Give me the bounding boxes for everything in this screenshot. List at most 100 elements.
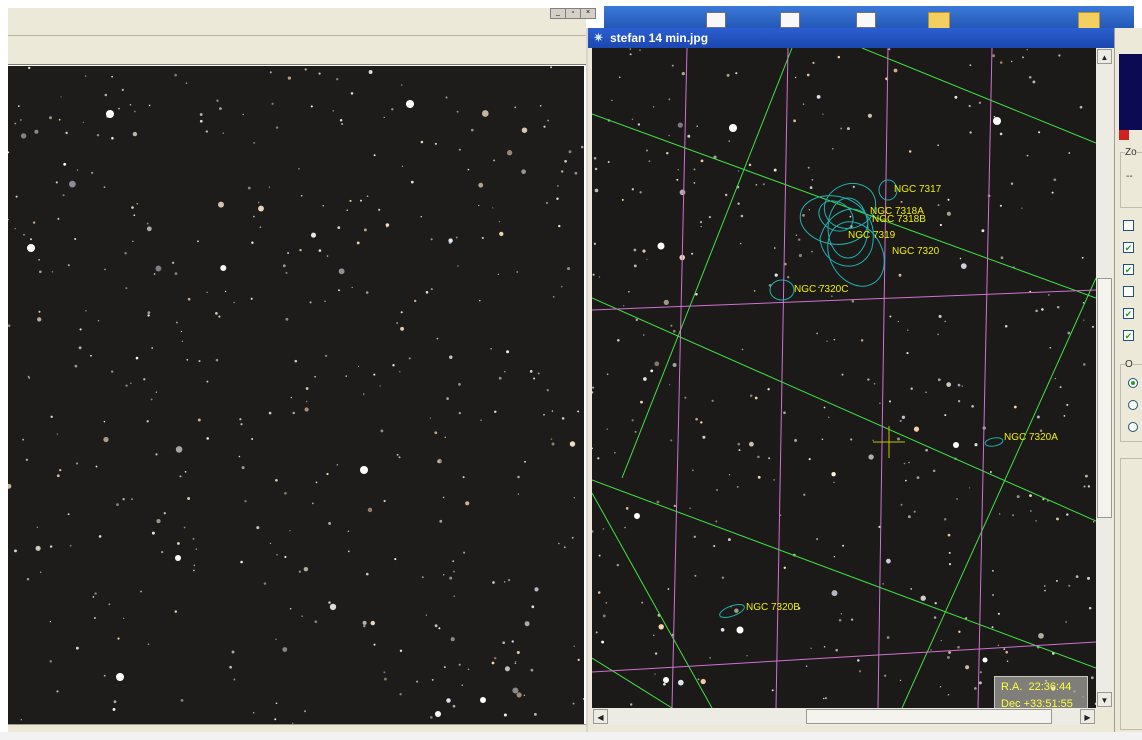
minimize-button[interactable]: _: [550, 8, 566, 19]
star: [337, 289, 341, 292]
star: [289, 608, 292, 610]
option-checkbox-2[interactable]: ✔: [1123, 242, 1134, 253]
star: [879, 402, 881, 404]
preview-thumbnail[interactable]: [1119, 54, 1142, 130]
star: [239, 418, 242, 421]
star: [611, 99, 613, 102]
star: [470, 128, 474, 132]
star: [567, 267, 570, 271]
option-radio-3[interactable]: [1128, 422, 1138, 432]
folder-icon[interactable]: [1078, 12, 1100, 29]
star: [715, 520, 718, 523]
zoom-value[interactable]: --: [1126, 171, 1133, 182]
scroll-right-button[interactable]: ▶: [1080, 709, 1095, 724]
star: [807, 166, 810, 169]
star: [365, 572, 369, 576]
close-button[interactable]: ×: [580, 8, 596, 19]
star: [957, 383, 961, 387]
option-checkbox-4[interactable]: [1123, 286, 1134, 297]
star: [811, 179, 814, 181]
star: [961, 385, 964, 387]
star: [838, 618, 842, 622]
star: [174, 610, 178, 613]
sky-image-view[interactable]: NGC 7317 NGC 7318A NGC 7318B NGC 7319 NGC 73…: [592, 48, 1096, 708]
star: [146, 222, 149, 225]
ra-grid-line: [621, 48, 793, 479]
bright-star: [175, 555, 181, 561]
star: [757, 455, 760, 459]
horizontal-scrollbar[interactable]: ◀ ▶: [592, 708, 1096, 725]
scroll-left-button[interactable]: ◀: [593, 709, 608, 724]
star: [155, 265, 162, 272]
star: [753, 290, 756, 292]
option-checkbox-6[interactable]: ✔: [1123, 330, 1134, 341]
left-star-field-image[interactable]: [8, 66, 584, 724]
star: [668, 134, 670, 137]
star: [689, 507, 691, 509]
option-checkbox-5[interactable]: ✔: [1123, 308, 1134, 319]
vertical-scrollbar[interactable]: ▲ ▼: [1096, 48, 1113, 708]
star: [206, 437, 209, 440]
star: [1021, 207, 1023, 209]
star: [798, 253, 803, 258]
document-icon[interactable]: [780, 12, 800, 28]
bright-star: [982, 657, 988, 663]
star: [444, 436, 446, 438]
option-radio-2[interactable]: [1128, 400, 1138, 410]
star: [370, 620, 375, 626]
star: [779, 514, 782, 517]
star: [947, 198, 950, 201]
star: [979, 671, 982, 674]
star: [997, 612, 1001, 615]
option-radio-1[interactable]: [1128, 378, 1138, 388]
star: [616, 338, 620, 342]
star: [1022, 56, 1024, 59]
scroll-up-button[interactable]: ▲: [1097, 49, 1112, 64]
star: [932, 469, 936, 473]
star: [991, 569, 994, 572]
document-icon[interactable]: [706, 12, 726, 28]
star: [492, 581, 495, 584]
star: [478, 204, 480, 207]
star: [867, 113, 873, 118]
star: [39, 270, 42, 274]
star: [373, 373, 376, 376]
star: [1085, 474, 1088, 478]
star: [728, 140, 730, 142]
star: [816, 538, 819, 541]
document-icon[interactable]: [856, 12, 876, 28]
star: [206, 291, 208, 293]
window-title-bar[interactable]: ✷ stefan 14 min.jpg: [588, 28, 1114, 48]
star: [49, 660, 53, 663]
option-checkbox-1[interactable]: [1123, 220, 1134, 231]
star: [250, 297, 253, 300]
folder-icon[interactable]: [928, 12, 950, 29]
scroll-down-button[interactable]: ▼: [1097, 692, 1112, 707]
star: [425, 291, 429, 294]
star: [736, 486, 739, 488]
option-checkbox-3[interactable]: ✔: [1123, 264, 1134, 275]
star: [828, 416, 830, 418]
star: [568, 150, 572, 154]
star: [256, 526, 260, 530]
horizontal-scroll-thumb[interactable]: [806, 709, 1052, 724]
star: [1049, 347, 1052, 349]
star: [560, 170, 564, 173]
star: [1032, 80, 1036, 84]
star: [362, 620, 367, 625]
star: [831, 295, 833, 297]
star: [1038, 632, 1044, 639]
star: [749, 394, 753, 397]
star: [694, 574, 697, 577]
star: [274, 718, 277, 721]
star: [1035, 520, 1037, 522]
star: [937, 333, 939, 336]
bright-star: [480, 697, 486, 703]
star: [130, 382, 132, 384]
vertical-scroll-thumb[interactable]: [1097, 278, 1112, 518]
restore-button[interactable]: ▫: [565, 8, 581, 19]
star: [974, 443, 978, 447]
star: [550, 66, 553, 69]
star: [925, 448, 928, 452]
star: [1026, 49, 1028, 51]
